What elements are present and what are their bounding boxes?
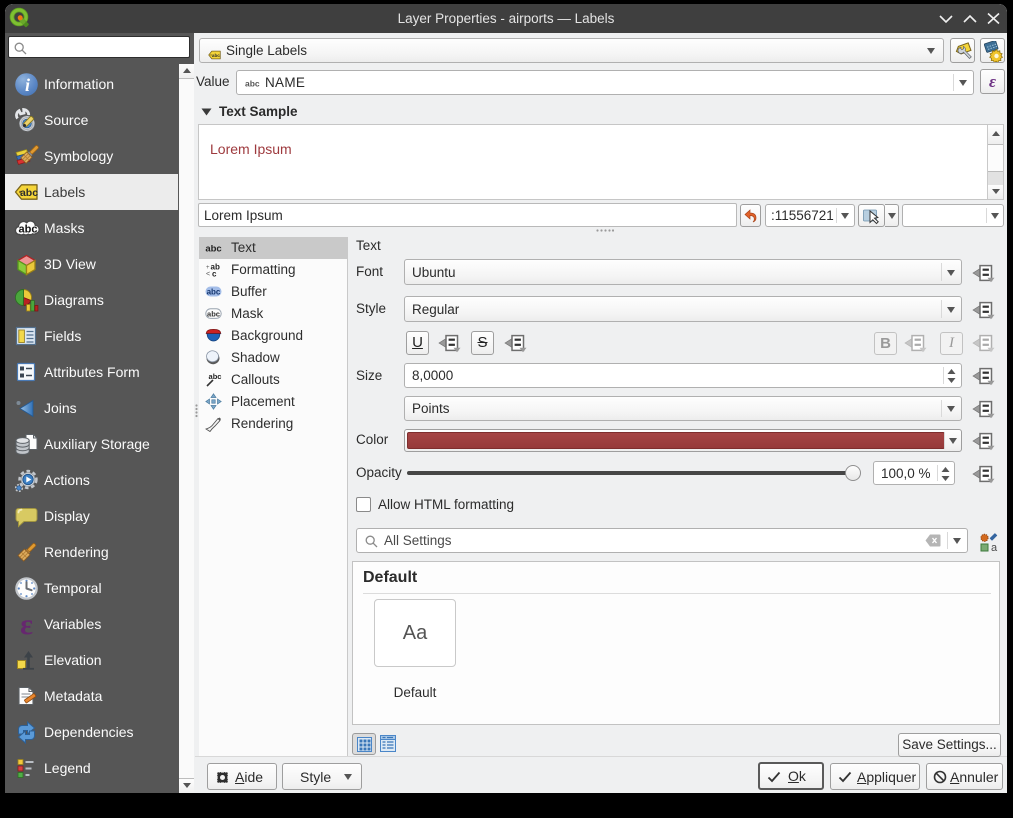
svg-text:<: < — [206, 271, 210, 278]
svg-text:abc: abc — [205, 244, 221, 255]
svg-text:abc: abc — [245, 79, 260, 89]
svg-text:abc: abc — [209, 372, 222, 381]
svg-text:abc: abc — [212, 53, 220, 58]
svg-text:c: c — [212, 270, 217, 279]
svg-text:abc: abc — [207, 309, 220, 318]
svg-text:a: a — [991, 542, 998, 552]
svg-text:abc: abc — [207, 288, 221, 297]
